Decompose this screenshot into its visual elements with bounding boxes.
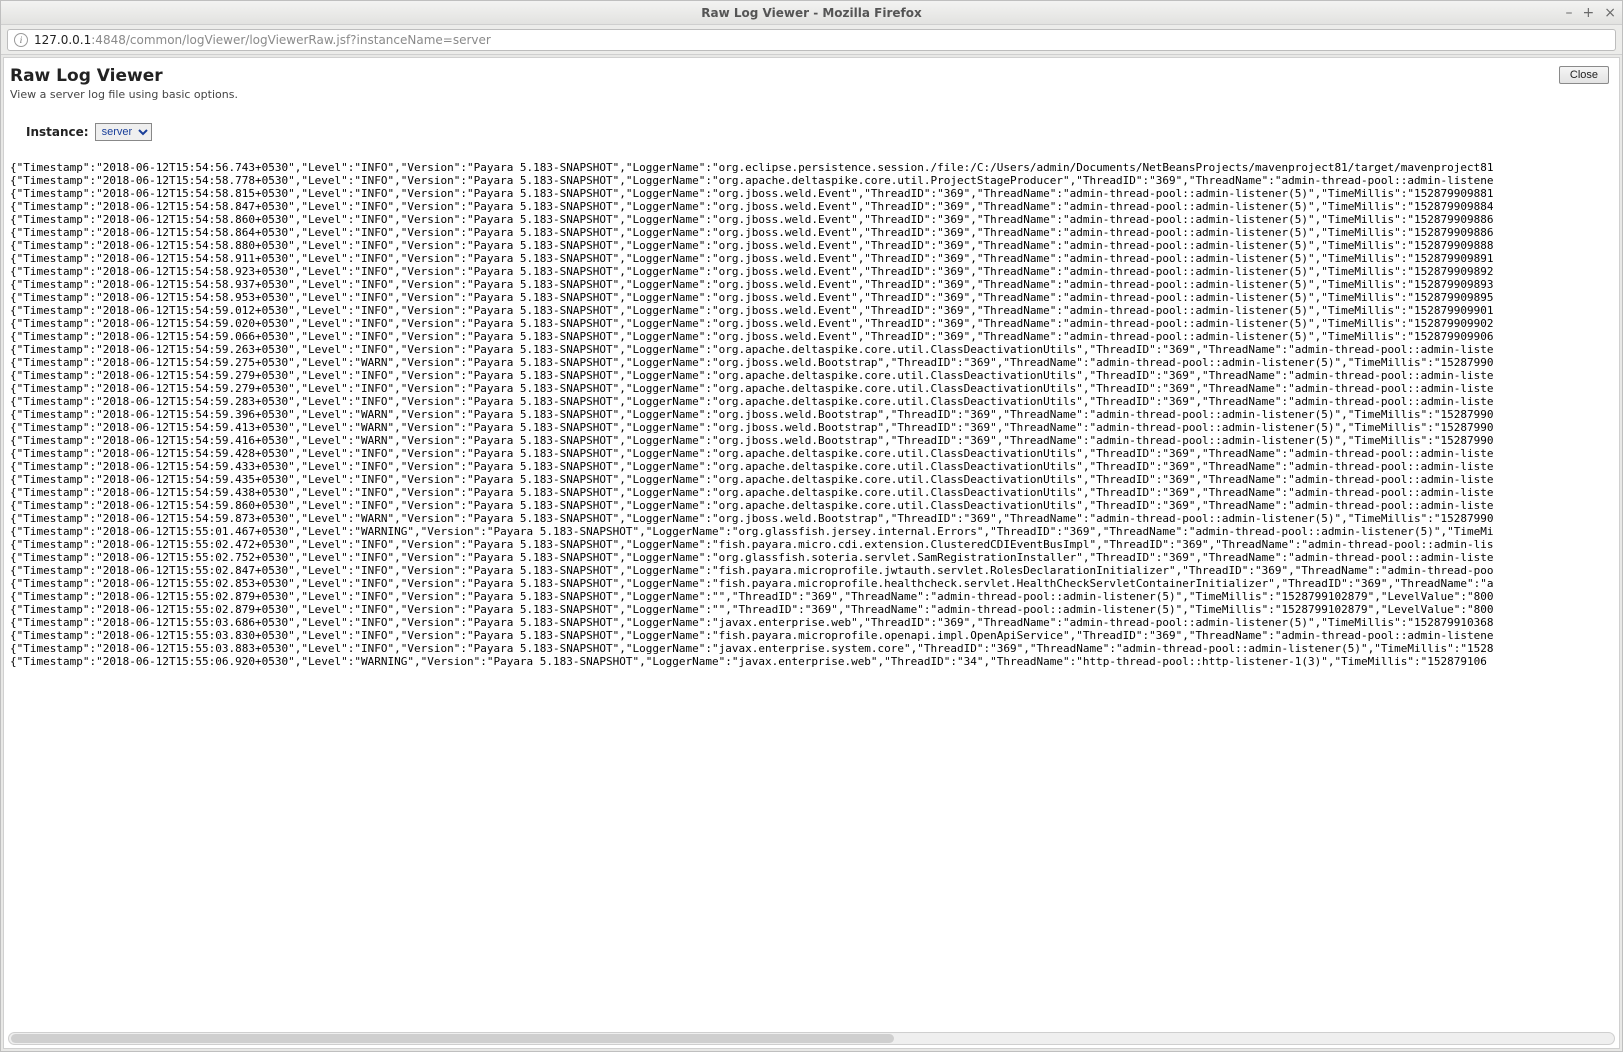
- log-line: {"Timestamp":"2018-06-12T15:54:58.953+05…: [10, 291, 1613, 304]
- instance-row: Instance: server: [26, 123, 1613, 141]
- log-line: {"Timestamp":"2018-06-12T15:54:59.020+05…: [10, 317, 1613, 330]
- log-line: {"Timestamp":"2018-06-12T15:54:58.911+05…: [10, 252, 1613, 265]
- window-title: Raw Log Viewer - Mozilla Firefox: [701, 6, 921, 20]
- log-line: {"Timestamp":"2018-06-12T15:55:03.830+05…: [10, 629, 1613, 642]
- log-line: {"Timestamp":"2018-06-12T15:55:01.467+05…: [10, 525, 1613, 538]
- log-line: {"Timestamp":"2018-06-12T15:55:02.879+05…: [10, 590, 1613, 603]
- url-bar[interactable]: i 127.0.0.1:4848/common/logViewer/logVie…: [7, 29, 1616, 51]
- log-line: {"Timestamp":"2018-06-12T15:55:02.853+05…: [10, 577, 1613, 590]
- log-line: {"Timestamp":"2018-06-12T15:55:02.879+05…: [10, 603, 1613, 616]
- log-line: {"Timestamp":"2018-06-12T15:55:03.883+05…: [10, 642, 1613, 655]
- browser-window: Raw Log Viewer - Mozilla Firefox – + × i…: [0, 0, 1623, 1052]
- log-line: {"Timestamp":"2018-06-12T15:54:58.847+05…: [10, 200, 1613, 213]
- instance-select[interactable]: server: [95, 123, 152, 141]
- page-title: Raw Log Viewer: [10, 66, 163, 86]
- log-line: {"Timestamp":"2018-06-12T15:54:59.428+05…: [10, 447, 1613, 460]
- window-title-bar: Raw Log Viewer - Mozilla Firefox – + ×: [1, 1, 1622, 25]
- instance-label: Instance:: [26, 125, 89, 139]
- close-button[interactable]: Close: [1559, 66, 1609, 84]
- log-line: {"Timestamp":"2018-06-12T15:54:58.860+05…: [10, 213, 1613, 226]
- log-line: {"Timestamp":"2018-06-12T15:54:58.937+05…: [10, 278, 1613, 291]
- log-line: {"Timestamp":"2018-06-12T15:54:59.012+05…: [10, 304, 1613, 317]
- log-line: {"Timestamp":"2018-06-12T15:54:58.864+05…: [10, 226, 1613, 239]
- log-line: {"Timestamp":"2018-06-12T15:54:59.279+05…: [10, 382, 1613, 395]
- log-line: {"Timestamp":"2018-06-12T15:54:59.873+05…: [10, 512, 1613, 525]
- url-bar-row: i 127.0.0.1:4848/common/logViewer/logVie…: [1, 25, 1622, 55]
- url-text: 127.0.0.1:4848/common/logViewer/logViewe…: [34, 33, 491, 47]
- log-line: {"Timestamp":"2018-06-12T15:54:59.279+05…: [10, 369, 1613, 382]
- log-line: {"Timestamp":"2018-06-12T15:55:02.847+05…: [10, 564, 1613, 577]
- log-line: {"Timestamp":"2018-06-12T15:55:02.472+05…: [10, 538, 1613, 551]
- log-line: {"Timestamp":"2018-06-12T15:54:58.778+05…: [10, 174, 1613, 187]
- horizontal-scrollbar[interactable]: [8, 1032, 1615, 1045]
- info-icon[interactable]: i: [14, 33, 28, 47]
- url-host: 127.0.0.1: [34, 33, 91, 47]
- log-line: {"Timestamp":"2018-06-12T15:54:59.435+05…: [10, 473, 1613, 486]
- page-subtitle: View a server log file using basic optio…: [10, 88, 1613, 101]
- log-line: {"Timestamp":"2018-06-12T15:54:59.275+05…: [10, 356, 1613, 369]
- log-line: {"Timestamp":"2018-06-12T15:54:59.860+05…: [10, 499, 1613, 512]
- horizontal-scrollbar-thumb[interactable]: [11, 1034, 894, 1043]
- log-line: {"Timestamp":"2018-06-12T15:54:59.396+05…: [10, 408, 1613, 421]
- log-line: {"Timestamp":"2018-06-12T15:54:59.438+05…: [10, 486, 1613, 499]
- log-output[interactable]: {"Timestamp":"2018-06-12T15:54:56.743+05…: [10, 161, 1613, 668]
- minimize-icon[interactable]: –: [1566, 6, 1573, 20]
- log-line: {"Timestamp":"2018-06-12T15:54:59.263+05…: [10, 343, 1613, 356]
- log-line: {"Timestamp":"2018-06-12T15:54:56.743+05…: [10, 161, 1613, 174]
- log-line: {"Timestamp":"2018-06-12T15:55:03.686+05…: [10, 616, 1613, 629]
- close-window-icon[interactable]: ×: [1604, 6, 1616, 20]
- page-header: Raw Log Viewer Close: [10, 66, 1613, 86]
- page-content: Raw Log Viewer Close View a server log f…: [3, 57, 1620, 1049]
- log-line: {"Timestamp":"2018-06-12T15:54:59.433+05…: [10, 460, 1613, 473]
- window-controls: – + ×: [1566, 1, 1616, 24]
- log-line: {"Timestamp":"2018-06-12T15:54:59.413+05…: [10, 421, 1613, 434]
- maximize-icon[interactable]: +: [1583, 6, 1595, 20]
- log-line: {"Timestamp":"2018-06-12T15:55:02.752+05…: [10, 551, 1613, 564]
- log-line: {"Timestamp":"2018-06-12T15:55:06.920+05…: [10, 655, 1613, 668]
- log-line: {"Timestamp":"2018-06-12T15:54:59.283+05…: [10, 395, 1613, 408]
- log-line: {"Timestamp":"2018-06-12T15:54:58.923+05…: [10, 265, 1613, 278]
- log-line: {"Timestamp":"2018-06-12T15:54:58.815+05…: [10, 187, 1613, 200]
- url-path: :4848/common/logViewer/logViewerRaw.jsf?…: [91, 33, 491, 47]
- log-line: {"Timestamp":"2018-06-12T15:54:58.880+05…: [10, 239, 1613, 252]
- log-line: {"Timestamp":"2018-06-12T15:54:59.066+05…: [10, 330, 1613, 343]
- log-line: {"Timestamp":"2018-06-12T15:54:59.416+05…: [10, 434, 1613, 447]
